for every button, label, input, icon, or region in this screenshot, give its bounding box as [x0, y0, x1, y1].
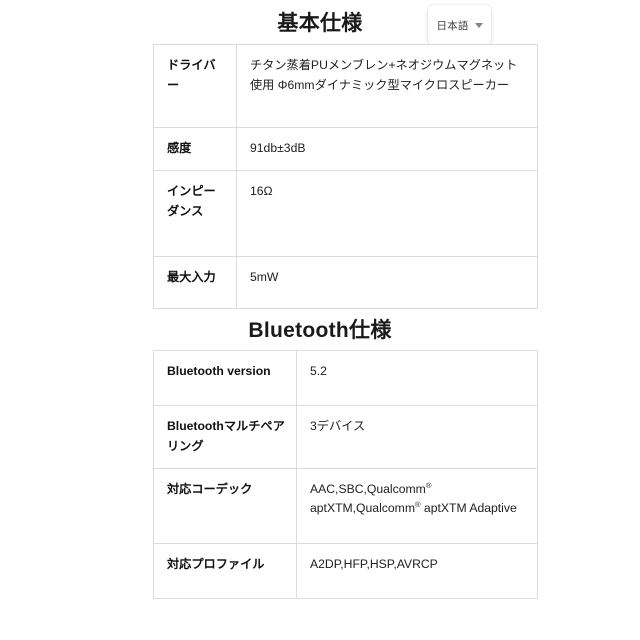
spec-value: 5.2 [296, 350, 538, 406]
spec-key: 感度 [153, 127, 237, 171]
spec-value: AAC,SBC,Qualcomm® aptXTM,Qualcomm® aptXT… [296, 467, 538, 544]
spec-sheet-page: 日本語 基本仕様 ドライバー チタン蒸着PUメンブレン+ネオジウムマグネット使用… [0, 0, 640, 640]
basic-spec-table: ドライバー チタン蒸着PUメンブレン+ネオジウムマグネット使用 Φ6mmダイナミ… [153, 44, 538, 309]
spec-value: チタン蒸着PUメンブレン+ネオジウムマグネット使用 Φ6mmダイナミック型マイク… [236, 44, 538, 128]
spec-value: A2DP,HFP,HSP,AVRCP [296, 542, 538, 599]
spec-key: 最大入力 [153, 256, 237, 309]
spec-key: インピーダンス [153, 170, 237, 257]
spec-value: 16Ω [236, 170, 538, 257]
table-row: Bluetooth version 5.2 [153, 350, 538, 406]
spec-key: ドライバー [153, 44, 237, 128]
spec-key: Bluetoothマルチペアリング [153, 405, 297, 469]
spec-key: 対応コーデック [153, 467, 297, 544]
bluetooth-spec-table: Bluetooth version 5.2 Bluetoothマルチペアリング … [153, 350, 538, 599]
spec-key: Bluetooth version [153, 350, 297, 406]
spec-value: 91db±3dB [236, 127, 538, 171]
table-row: 感度 91db±3dB [153, 127, 538, 171]
table-row: 対応コーデック AAC,SBC,Qualcomm® aptXTM,Qualcom… [153, 467, 538, 544]
section-title-bluetooth: Bluetooth仕様 [248, 319, 392, 342]
spec-value: 3デバイス [296, 405, 538, 469]
spec-key: 対応プロファイル [153, 542, 297, 599]
table-row: Bluetoothマルチペアリング 3デバイス [153, 405, 538, 469]
table-row: 最大入力 5mW [153, 256, 538, 309]
table-row: 対応プロファイル A2DP,HFP,HSP,AVRCP [153, 542, 538, 599]
table-row: ドライバー チタン蒸着PUメンブレン+ネオジウムマグネット使用 Φ6mmダイナミ… [153, 44, 538, 128]
table-row: インピーダンス 16Ω [153, 170, 538, 257]
spec-value: 5mW [236, 256, 538, 309]
section-title-basic: 基本仕様 [277, 12, 363, 35]
